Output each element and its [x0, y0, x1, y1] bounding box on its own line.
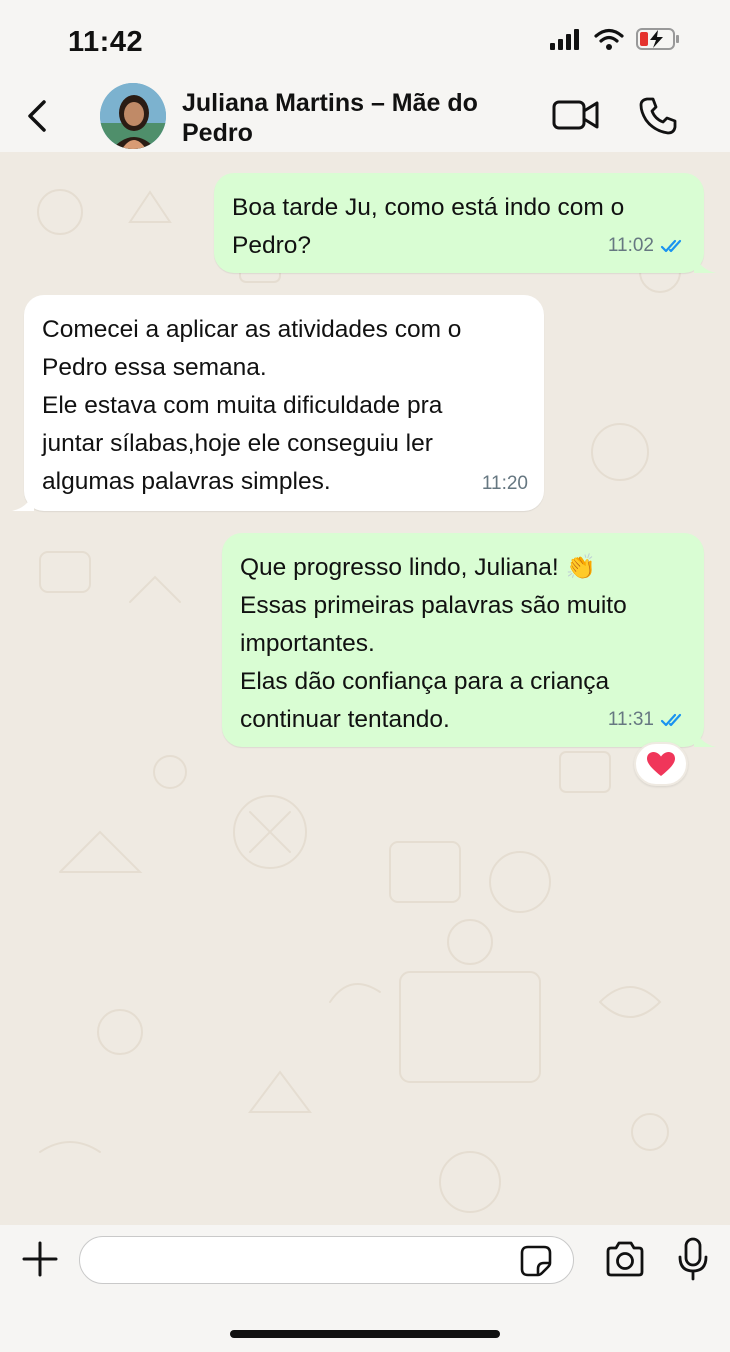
- plus-icon: [22, 1241, 58, 1277]
- avatar-photo: [100, 83, 166, 149]
- voice-call-button[interactable]: [638, 96, 678, 136]
- back-button[interactable]: [22, 96, 54, 136]
- sticker-icon: [520, 1245, 552, 1277]
- sticker-button[interactable]: [520, 1245, 552, 1277]
- message-reaction[interactable]: [634, 742, 688, 786]
- camera-button[interactable]: [604, 1241, 646, 1277]
- status-time: 11:42: [68, 26, 144, 58]
- message-text-line: importantes.: [240, 630, 375, 657]
- chat-header: Juliana Martins – Mãe do Pedro: [0, 80, 730, 152]
- message-text-line: Comecei a aplicar as atividades com o: [42, 316, 462, 343]
- message-time: 11:31: [607, 709, 654, 730]
- back-icon: [28, 100, 46, 132]
- message-text-line: juntar sílabas,hoje ele conseguiu ler: [42, 430, 433, 457]
- read-ticks-icon: [660, 239, 682, 253]
- heart-icon: [647, 752, 675, 776]
- mic-icon: [678, 1237, 708, 1281]
- avatar[interactable]: [100, 83, 166, 149]
- message-text-line: Ele estava com muita dificuldade pra: [42, 392, 443, 419]
- status-icons: [550, 28, 680, 50]
- message-bubble-incoming[interactable]: Comecei a aplicar as atividades com o Pe…: [12, 295, 544, 511]
- message-meta: 11:02: [608, 227, 688, 265]
- battery-charging-icon: [636, 28, 679, 50]
- status-bar: 11:42: [0, 0, 730, 80]
- attach-button[interactable]: [20, 1239, 60, 1279]
- chat-area[interactable]: Boa tarde Ju, como está indo com o Pedro…: [0, 152, 730, 1225]
- video-call-button[interactable]: [552, 98, 600, 132]
- composer-bar: [0, 1225, 730, 1352]
- bubble-tail: [694, 251, 716, 273]
- message-meta: 11:20: [482, 465, 528, 503]
- message-text-line: Boa tarde Ju, como está indo com o: [232, 194, 625, 221]
- message-input[interactable]: [79, 1236, 574, 1284]
- message-text-line: Que progresso lindo, Juliana! 👏: [240, 554, 597, 581]
- message-time: 11:02: [607, 235, 654, 256]
- video-call-icon: [552, 100, 599, 130]
- bubble-tail: [12, 489, 34, 511]
- message-text-line: Pedro essa semana.: [42, 354, 267, 381]
- message-time: 11:20: [481, 473, 528, 494]
- message-text-line: algumas palavras simples.: [42, 468, 331, 495]
- message-meta: 11:31: [608, 701, 688, 739]
- home-indicator[interactable]: [230, 1330, 500, 1338]
- message-bubble-outgoing[interactable]: Boa tarde Ju, como está indo com o Pedro…: [214, 173, 716, 273]
- message-text-line: Elas dão confiança para a criança: [240, 668, 610, 695]
- read-ticks-icon: [660, 713, 682, 727]
- bubble-tail: [694, 725, 716, 747]
- camera-icon: [606, 1241, 644, 1277]
- contact-name[interactable]: Juliana Martins – Mãe do Pedro: [182, 88, 532, 148]
- message-bubble-outgoing[interactable]: Que progresso lindo, Juliana! 👏 Essas pr…: [222, 533, 716, 747]
- phone-icon: [639, 97, 677, 135]
- signal-icon: [550, 29, 579, 50]
- mic-button[interactable]: [678, 1237, 708, 1281]
- message-text-line: Essas primeiras palavras são muito: [240, 592, 627, 619]
- wifi-icon: [594, 28, 624, 50]
